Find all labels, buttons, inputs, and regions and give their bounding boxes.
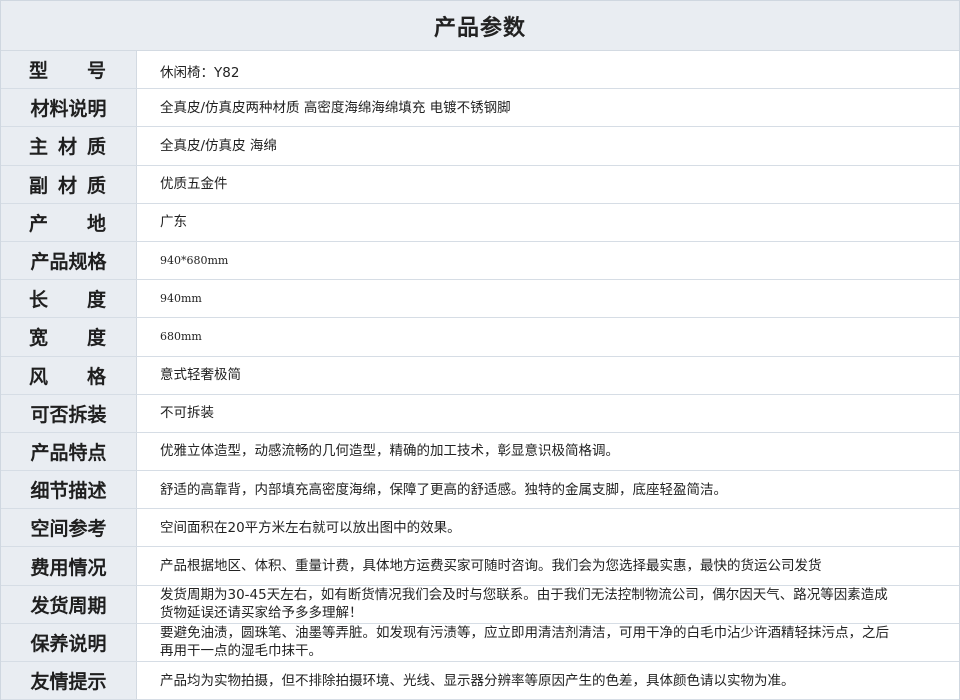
row-label-text: 材 [57, 174, 77, 197]
row-label: 型号 [1, 51, 137, 89]
row-label: 可否拆装 [1, 394, 137, 432]
row-label-text: 质 [86, 136, 106, 159]
parameter-rows: 型号休闲椅：Y82 材料说明 全真皮/仿真皮两种材质 高密度海绵海绵填充 电镀不锈钢… [1, 51, 959, 700]
row-label-text: 质 [86, 174, 106, 197]
table-row: 风格意式轻奢极简 [1, 356, 959, 395]
row-value: 940mm [137, 280, 959, 317]
row-label: 保养说明 [1, 623, 137, 661]
table-row: 产品特点 优雅立体造型，动感流畅的几何造型，精确的加工技术，彰显意识极简格调。 [1, 432, 959, 472]
row-label-text: 产 [29, 212, 49, 235]
row-label: 空间参考 [1, 509, 137, 547]
row-label-text: 度 [86, 289, 106, 312]
row-label: 发货周期 [1, 585, 137, 623]
table-row: 材料说明 全真皮/仿真皮两种材质 高密度海绵海绵填充 电镀不锈钢脚 [1, 89, 959, 128]
row-label: 材料说明 [1, 89, 137, 127]
table-row: 发货周期 发货周期为30-45天左右，如有断货情况我们会及时与您联系。由于我们无法… [1, 585, 959, 624]
row-value: 940*680mm [137, 242, 959, 279]
row-value: 广东 [137, 204, 959, 241]
row-value: 产品均为实物拍摄，但不排除拍摄环境、光线、显示器分辨率等原因产生的色差，具体颜色… [137, 662, 959, 699]
row-value: 优质五金件 [137, 166, 959, 203]
row-value-text: 优质五金件 [160, 176, 228, 193]
row-label-text: 宽 [29, 327, 49, 350]
row-value-text: 休闲椅：Y82 [160, 65, 240, 82]
row-label-text: 可否拆装 [30, 403, 107, 426]
row-value: 全真皮/仿真皮 海绵 [137, 127, 959, 164]
row-label: 宽度 [1, 318, 137, 356]
table-row: 细节描述 舒适的高靠背，内部填充高密度海绵，保障了更高的舒适感。独特的金属支脚，底… [1, 471, 959, 510]
row-label: 细节描述 [1, 471, 137, 509]
row-label-text: 副 [29, 174, 49, 197]
row-value: 空间面积在20平方米左右就可以放出图中的效果。 [137, 509, 959, 546]
row-value: 要避免油渍，圆珠笔、油墨等弄脏。如发现有污渍等，应立即用清洁剂清洁，可用干净的白… [137, 624, 959, 661]
row-label-text: 主 [29, 136, 49, 159]
row-label-text: 长 [29, 289, 49, 312]
row-value-text: 940mm [160, 291, 202, 305]
table-row: 宽度 680mm [1, 318, 959, 357]
row-value-text: 舒适的高靠背，内部填充高密度海绵，保障了更高的舒适感。独特的金属支脚，底座轻盈简… [160, 481, 727, 498]
table-row: 保养说明 要避免油渍，圆珠笔、油墨等弄脏。如发现有污渍等，应立即用清洁剂清洁，可用… [1, 623, 959, 662]
row-value-text: 广东 [160, 214, 187, 231]
row-value-text: 要避免油渍，圆珠笔、油墨等弄脏。如发现有污渍等，应立即用清洁剂清洁，可用干净的白… [160, 625, 889, 660]
row-label: 产品规格 [1, 241, 137, 280]
row-label: 主材质 [1, 127, 137, 165]
row-label: 风格 [1, 356, 137, 394]
table-title: 产品参数 [433, 15, 526, 41]
table-row: 费用情况 产品根据地区、体积、重量计费，具体地方运费买家可随时咨询。我们会为您选择… [1, 547, 959, 586]
table-row: 空间参考 空间面积在20平方米左右就可以放出图中的效果。 [1, 509, 959, 548]
row-value: 优雅立体造型，动感流畅的几何造型，精确的加工技术，彰显意识极简格调。 [137, 433, 959, 470]
row-label-text: 风 [29, 365, 49, 388]
table-row: 长度 940mm [1, 280, 959, 319]
row-label-text: 细节描述 [30, 480, 107, 503]
row-label: 长度 [1, 280, 137, 318]
row-value-text: 不可拆装 [160, 405, 214, 422]
table-row: 副材质 优质五金件 [1, 165, 959, 204]
table-row: 主材质 全真皮/仿真皮 海绵 [1, 127, 959, 166]
row-value-text: 产品均为实物拍摄，但不排除拍摄环境、光线、显示器分辨率等原因产生的色差，具体颜色… [160, 672, 795, 689]
row-label: 费用情况 [1, 547, 137, 585]
row-value-text: 全真皮/仿真皮两种材质 高密度海绵海绵填充 电镀不锈钢脚 [160, 99, 511, 116]
row-label-text: 友情提示 [30, 671, 107, 694]
row-value-text: 意式轻奢极简 [160, 367, 241, 384]
row-label-text: 发货周期 [30, 594, 107, 617]
row-label-text: 材料说明 [30, 98, 107, 121]
row-label: 副材质 [1, 165, 137, 203]
row-label-text: 号 [86, 60, 106, 83]
row-value-text: 全真皮/仿真皮 海绵 [160, 137, 277, 154]
row-label: 友情提示 [1, 662, 137, 700]
row-value: 全真皮/仿真皮两种材质 高密度海绵海绵填充 电镀不锈钢脚 [137, 89, 959, 126]
row-label-text: 地 [86, 212, 106, 235]
row-value-text: 空间面积在20平方米左右就可以放出图中的效果。 [160, 519, 461, 536]
table-row: 产地广东 [1, 203, 959, 242]
row-label-text: 格 [86, 365, 106, 388]
row-label-text: 空间参考 [30, 518, 107, 541]
row-value: 产品根据地区、体积、重量计费，具体地方运费买家可随时咨询。我们会为您选择最实惠，… [137, 547, 959, 584]
row-label-text: 材 [57, 136, 77, 159]
row-value-text: 680mm [160, 329, 202, 343]
row-label-text: 产品规格 [30, 251, 107, 274]
row-value-text: 发货周期为30-45天左右，如有断货情况我们会及时与您联系。由于我们无法控制物流… [160, 587, 888, 622]
row-label: 产品特点 [1, 432, 137, 471]
row-label-text: 保养说明 [30, 632, 107, 655]
row-label-text: 产品特点 [30, 441, 107, 464]
row-label-text: 型 [29, 60, 49, 83]
row-value-text: 产品根据地区、体积、重量计费，具体地方运费买家可随时咨询。我们会为您选择最实惠，… [160, 558, 822, 575]
row-value-text: 优雅立体造型，动感流畅的几何造型，精确的加工技术，彰显意识极简格调。 [160, 443, 619, 460]
row-value: 意式轻奢极简 [137, 357, 959, 394]
row-label-text: 费用情况 [30, 556, 107, 579]
table-header: 产品参数 [1, 1, 959, 51]
table-row: 友情提示 产品均为实物拍摄，但不排除拍摄环境、光线、显示器分辨率等原因产生的色差，… [1, 662, 959, 700]
row-value-text: 940*680mm [160, 253, 229, 267]
table-row: 产品规格 940*680mm [1, 241, 959, 281]
row-value: 发货周期为30-45天左右，如有断货情况我们会及时与您联系。由于我们无法控制物流… [137, 586, 959, 623]
row-label: 产地 [1, 203, 137, 241]
row-value: 休闲椅：Y82 [137, 51, 959, 88]
table-row: 型号休闲椅：Y82 [1, 51, 959, 90]
row-label-text: 度 [86, 327, 106, 350]
product-parameters-table: 产品参数 型号休闲椅：Y82 材料说明 全真皮/仿真皮两种材质 高密度海绵海绵填充 … [0, 0, 960, 700]
row-value: 舒适的高靠背，内部填充高密度海绵，保障了更高的舒适感。独特的金属支脚，底座轻盈简… [137, 471, 959, 508]
table-row: 可否拆装 不可拆装 [1, 394, 959, 433]
row-value: 680mm [137, 318, 959, 355]
row-value: 不可拆装 [137, 395, 959, 432]
